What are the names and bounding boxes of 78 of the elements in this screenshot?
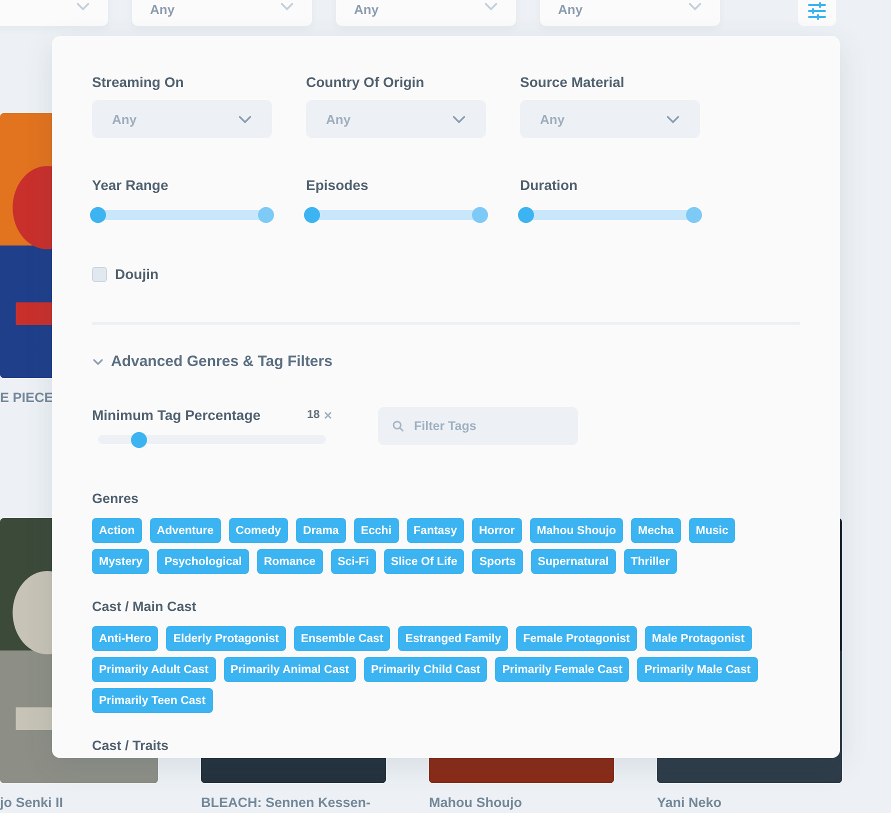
tag-group-title: Genres (92, 491, 140, 506)
media-title[interactable]: BLEACH: Sennen Kessen- (201, 795, 371, 810)
filter-label: Year Range (92, 177, 170, 193)
tag-chip[interactable]: Primarily Animal Cast (224, 657, 356, 682)
slider-handle[interactable] (518, 207, 534, 223)
clear-button[interactable]: × (320, 407, 332, 423)
tag-chip[interactable]: Mahou Shoujo (530, 518, 623, 543)
dropdown[interactable]: Any (336, 0, 516, 26)
tag-chip[interactable]: Male Protagonist (644, 626, 752, 651)
range-slider[interactable] (306, 207, 486, 223)
tag-chip[interactable]: Adventure (150, 518, 221, 543)
chevron-down-icon (280, 2, 294, 10)
tag-chip[interactable]: Action (92, 518, 142, 543)
tag-chip[interactable]: Comedy (228, 518, 288, 543)
tag-chip[interactable]: Slice Of Life (384, 549, 464, 574)
filter-label: Streaming On (92, 74, 185, 90)
slider-handle[interactable] (90, 207, 106, 223)
tag-chip[interactable]: Thriller (624, 549, 677, 574)
tag-chip[interactable]: Elderly Protagonist (166, 626, 286, 651)
dropdown[interactable]: Any (520, 100, 700, 138)
range-slider[interactable] (92, 207, 272, 223)
tag-chip[interactable]: Mecha (631, 518, 681, 543)
tag-group-title: Cast / Traits (92, 738, 170, 753)
filter-label: Minimum Tag Percentage (92, 407, 261, 423)
tag-chip[interactable]: Psychological (157, 549, 249, 574)
filter-label: Source Material (520, 74, 626, 90)
tag-chip[interactable]: Estranged Family (398, 626, 508, 651)
media-title[interactable]: E PIECE (0, 390, 54, 405)
dropdown[interactable]: Any (540, 0, 720, 26)
tag-chip[interactable]: Primarily Child Cast (364, 657, 488, 682)
slider-handle[interactable] (131, 432, 148, 448)
tag-chip[interactable]: Fantasy (406, 518, 464, 543)
tag-chip[interactable]: Horror (472, 518, 522, 543)
tag-chip[interactable]: Mystery (92, 549, 150, 574)
slider-handle[interactable] (258, 207, 274, 223)
filter-label: Episodes (306, 177, 370, 193)
tag-chip[interactable]: Music (688, 518, 736, 543)
dropdown[interactable]: Any (306, 100, 486, 138)
chevron-down-icon (666, 114, 680, 124)
tag-chip[interactable]: Sports (472, 549, 523, 574)
tag-chip[interactable]: Drama (296, 518, 346, 543)
tag-chip[interactable]: Sci-Fi (330, 549, 376, 574)
tag-group-title: Cast / Main Cast (92, 599, 198, 614)
slider-handle[interactable] (304, 207, 320, 223)
chevron-down-icon (238, 114, 252, 124)
chevron-down-icon (92, 358, 104, 366)
media-title[interactable]: Yani Neko (657, 795, 722, 810)
slider-handle[interactable] (472, 207, 488, 223)
search-field[interactable]: Filter Tags (378, 407, 578, 445)
tag-chip[interactable]: Primarily Female Cast (495, 657, 630, 682)
media-title[interactable]: jo Senki II (0, 795, 64, 810)
tag-chip[interactable]: Romance (256, 549, 323, 574)
tag-chip[interactable]: Primarily Teen Cast (92, 688, 213, 713)
sliders-icon (807, 2, 827, 20)
filter-label: Duration (520, 177, 579, 193)
chevron-down-icon (452, 114, 466, 124)
dropdown[interactable]: Any (92, 100, 272, 138)
chevron-down-icon (688, 2, 702, 10)
range-slider[interactable] (520, 207, 700, 223)
advanced-filters-toggle[interactable]: Advanced Genres & Tag Filters (92, 353, 332, 370)
search-input[interactable]: Filter Tags (414, 419, 564, 433)
slider-handle[interactable] (686, 207, 702, 223)
percentage-value: 18 (307, 409, 320, 421)
tag-chip[interactable]: Primarily Adult Cast (92, 657, 216, 682)
chevron-down-icon (76, 2, 90, 10)
tag-chip[interactable]: Primarily Male Cast (637, 657, 758, 682)
tag-chip[interactable]: Supernatural (530, 549, 616, 574)
media-title[interactable]: Mahou Shoujo (429, 795, 522, 810)
search-icon (392, 420, 404, 432)
tag-chip[interactable]: Ensemble Cast (294, 626, 390, 651)
tag-chip[interactable]: Female Protagonist (516, 626, 637, 651)
checkbox[interactable] (92, 266, 107, 282)
tag-chip[interactable]: Anti-Hero (92, 626, 158, 651)
chevron-down-icon (484, 2, 498, 10)
tag-chip[interactable]: Ecchi (354, 518, 399, 543)
checkbox-label: Doujin (115, 266, 159, 282)
filter-label: Country Of Origin (306, 74, 426, 90)
dropdown[interactable]: Any (132, 0, 312, 26)
